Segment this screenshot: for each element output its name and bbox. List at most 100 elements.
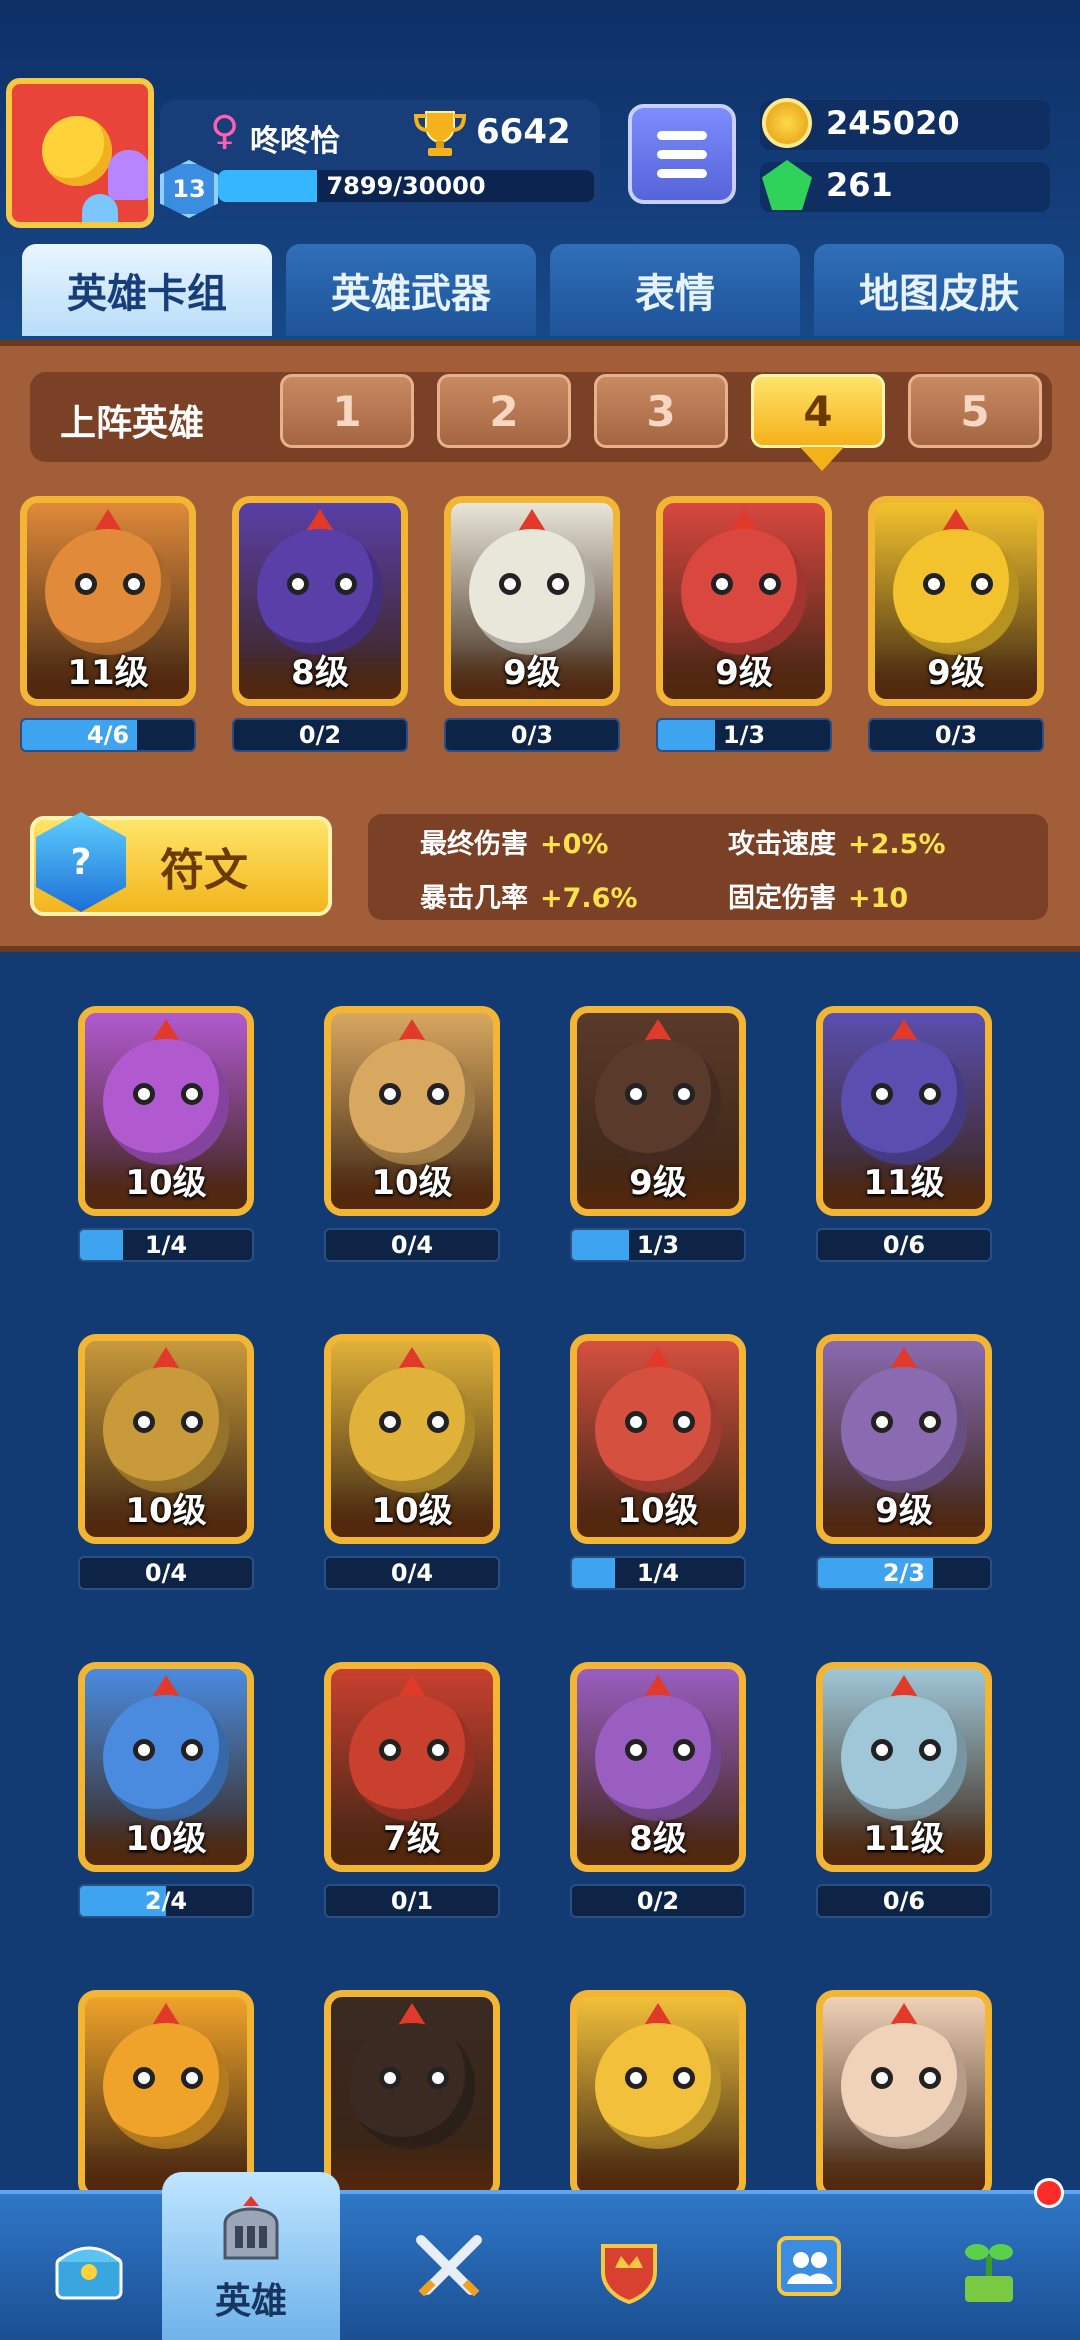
hero-eye xyxy=(123,573,145,595)
trophy-icon xyxy=(413,111,467,156)
nav-heroes[interactable]: 英雄 xyxy=(162,2172,340,2340)
lineup-hero-card[interactable]: 9级 xyxy=(868,496,1044,706)
hero-eye xyxy=(547,573,569,595)
hero-card-progress: 2/4 xyxy=(78,1884,254,1918)
hero-eye xyxy=(427,1739,449,1761)
collection-hero-card[interactable]: 9级 xyxy=(816,1334,992,1544)
hero-portrait xyxy=(257,529,383,655)
lineup-slot-5[interactable]: 5 xyxy=(908,374,1042,448)
hero-card-progress: 0/3 xyxy=(868,718,1044,752)
collection-hero-card[interactable]: 11级 xyxy=(816,1006,992,1216)
hero-eye xyxy=(871,1739,893,1761)
hero-card-progress: 2/3 xyxy=(816,1556,992,1590)
nav-clan[interactable] xyxy=(540,2196,718,2340)
hero-card-progress-text: 0/6 xyxy=(882,1231,926,1259)
lineup-hero-card[interactable]: 11级 xyxy=(20,496,196,706)
stat-label: 攻击速度 xyxy=(728,829,836,860)
hero-eye xyxy=(673,1411,695,1433)
hero-card-progress: 0/4 xyxy=(324,1228,500,1262)
player-avatar[interactable] xyxy=(6,78,154,228)
hero-portrait xyxy=(349,1367,475,1493)
hero-card-progress-text: 0/4 xyxy=(390,1231,434,1259)
collection-hero-card[interactable]: 9级 xyxy=(570,1006,746,1216)
hero-level: 8级 xyxy=(577,1813,739,1865)
collection-hero-card[interactable]: 10级 xyxy=(324,1334,500,1544)
collection-hero-card[interactable] xyxy=(78,1990,254,2200)
lineup-slot-3[interactable]: 3 xyxy=(594,374,728,448)
nav-garden[interactable] xyxy=(900,2196,1078,2340)
hero-eye xyxy=(133,1739,155,1761)
hero-eye xyxy=(379,2067,401,2089)
hero-card-progress: 0/2 xyxy=(232,718,408,752)
stat-value: +0% xyxy=(540,829,609,860)
hero-eye xyxy=(427,2067,449,2089)
hero-card-progress: 1/3 xyxy=(570,1228,746,1262)
hero-portrait xyxy=(595,1367,721,1493)
lineup-hero-card[interactable]: 9级 xyxy=(444,496,620,706)
hero-portrait xyxy=(103,1039,229,1165)
hero-eye xyxy=(673,1739,695,1761)
hero-card-progress-text: 0/2 xyxy=(636,1887,680,1915)
hero-eye xyxy=(673,2067,695,2089)
hero-card-progress: 0/2 xyxy=(570,1884,746,1918)
hero-eye xyxy=(379,1739,401,1761)
nav-battle[interactable] xyxy=(360,2196,538,2340)
hero-eye xyxy=(427,1083,449,1105)
tab-map-skins[interactable]: 地图皮肤 xyxy=(814,244,1064,336)
collection-hero-card[interactable]: 8级 xyxy=(570,1662,746,1872)
hero-eye xyxy=(625,1083,647,1105)
nav-friends[interactable] xyxy=(720,2196,898,2340)
lineup-hero-card[interactable]: 9级 xyxy=(656,496,832,706)
hero-level: 10级 xyxy=(85,1813,247,1865)
tab-hero-weapons[interactable]: 英雄武器 xyxy=(286,244,536,336)
hero-level xyxy=(331,2141,493,2193)
hero-eye xyxy=(181,1411,203,1433)
hero-card-progress: 0/6 xyxy=(816,1884,992,1918)
hero-card-progress-text: 0/4 xyxy=(144,1559,188,1587)
collection-hero-card[interactable]: 7级 xyxy=(324,1662,500,1872)
collection-hero-card[interactable]: 11级 xyxy=(816,1662,992,1872)
hero-eye xyxy=(919,1083,941,1105)
hero-eye xyxy=(181,1739,203,1761)
collection-hero-card[interactable] xyxy=(324,1990,500,2200)
lineup-label: 上阵英雄 xyxy=(60,403,205,444)
stat-value: +2.5% xyxy=(848,829,946,860)
collection-hero-card[interactable] xyxy=(570,1990,746,2200)
hero-eye xyxy=(919,1739,941,1761)
hero-eye xyxy=(711,573,733,595)
lineup-hero-card[interactable]: 8级 xyxy=(232,496,408,706)
hero-eye xyxy=(499,573,521,595)
hero-eye xyxy=(379,1083,401,1105)
hero-eye xyxy=(133,1411,155,1433)
friends-icon xyxy=(777,2236,841,2296)
menu-button[interactable] xyxy=(628,104,736,204)
hero-level: 11级 xyxy=(823,1157,985,1209)
collection-hero-card[interactable] xyxy=(816,1990,992,2200)
tab-hero-deck[interactable]: 英雄卡组 xyxy=(22,244,272,336)
stat-label: 固定伤害 xyxy=(728,883,836,914)
hero-level: 9级 xyxy=(875,647,1037,699)
hero-level: 7级 xyxy=(331,1813,493,1865)
hero-eye xyxy=(379,1411,401,1433)
treasure-chest-icon xyxy=(55,2246,123,2300)
lineup-slot-1[interactable]: 1 xyxy=(280,374,414,448)
stat-label: 暴击几率 xyxy=(420,883,528,914)
hero-card-progress: 4/6 xyxy=(20,718,196,752)
lineup-slot-4[interactable]: 4 xyxy=(751,374,885,471)
hero-level: 10级 xyxy=(577,1485,739,1537)
collection-hero-card[interactable]: 10级 xyxy=(78,1334,254,1544)
collection-hero-card[interactable]: 10级 xyxy=(78,1006,254,1216)
collection-hero-card[interactable]: 10级 xyxy=(570,1334,746,1544)
notification-dot xyxy=(1034,2178,1064,2208)
nav-treasure[interactable] xyxy=(0,2196,178,2340)
collection-hero-card[interactable]: 10级 xyxy=(324,1006,500,1216)
hero-eye xyxy=(625,1739,647,1761)
stat-value: +7.6% xyxy=(540,883,638,914)
hero-level: 10级 xyxy=(331,1157,493,1209)
hero-eye xyxy=(625,1411,647,1433)
hero-portrait xyxy=(595,2023,721,2149)
collection-hero-card[interactable]: 10级 xyxy=(78,1662,254,1872)
tab-emotes[interactable]: 表情 xyxy=(550,244,800,336)
lineup-slot-2[interactable]: 2 xyxy=(437,374,571,448)
hero-level: 11级 xyxy=(27,647,189,699)
